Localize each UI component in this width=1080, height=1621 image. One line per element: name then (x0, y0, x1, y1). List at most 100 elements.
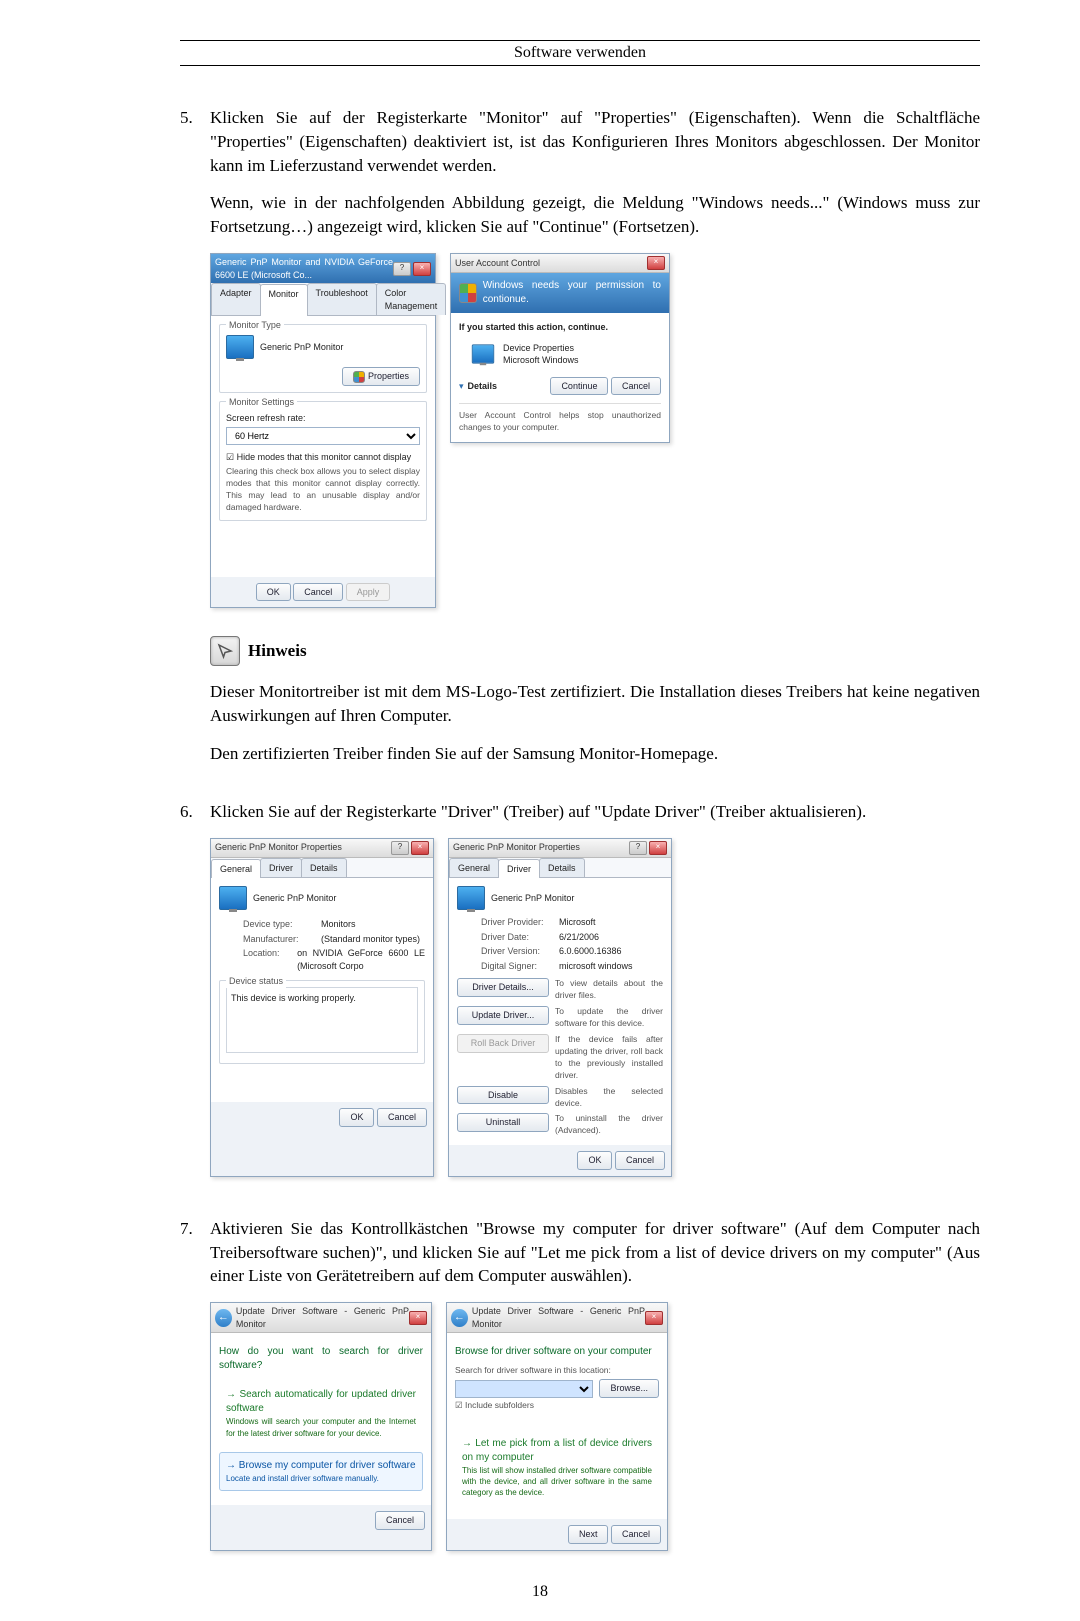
monitor-icon (226, 335, 254, 359)
note-icon (210, 636, 240, 666)
status-text: This device is working properly. (226, 987, 418, 1053)
step-7-number: 7. (180, 1217, 210, 1571)
rollback-desc: If the device fails after updating the d… (555, 1034, 663, 1082)
uninstall-button[interactable]: Uninstall (457, 1113, 549, 1132)
tab-details[interactable]: Details (301, 858, 347, 878)
driver-details-button[interactable]: Driver Details... (457, 978, 549, 997)
devtype-k: Device type: (243, 918, 321, 931)
dlg-prop-general-titlebar: Generic PnP Monitor Properties ? × (211, 839, 433, 858)
ok-button[interactable]: OK (339, 1108, 374, 1127)
note-para-1: Dieser Monitortreiber ist mit dem MS-Log… (210, 680, 980, 728)
prop-name: Generic PnP Monitor (491, 892, 574, 905)
uac-details-toggle[interactable]: Details (468, 380, 498, 393)
devtype-v: Monitors (321, 918, 356, 931)
update-driver-desc: To update the driver software for this d… (555, 1006, 663, 1030)
tab-adapter[interactable]: Adapter (211, 283, 261, 315)
step-6-number: 6. (180, 800, 210, 1197)
dlg-monitor-tab: Generic PnP Monitor and NVIDIA GeForce 6… (210, 253, 436, 608)
continue-button[interactable]: Continue (550, 377, 608, 396)
path-input[interactable] (455, 1380, 593, 1398)
update-driver-button[interactable]: Update Driver... (457, 1006, 549, 1025)
shield-icon (459, 283, 477, 303)
help-icon[interactable]: ? (393, 262, 411, 276)
help-icon[interactable]: ? (391, 841, 409, 855)
chevron-down-icon[interactable]: ▾ (459, 380, 464, 393)
wiz1-opt-auto-desc: Windows will search your computer and th… (226, 1416, 416, 1438)
dlg-uac-title: User Account Control (455, 257, 540, 270)
close-icon[interactable]: × (645, 1311, 663, 1325)
close-icon[interactable]: × (411, 841, 429, 855)
step-6-figures: Generic PnP Monitor Properties ? × Gener… (210, 838, 980, 1177)
close-icon[interactable]: × (409, 1311, 427, 1325)
monitor-icon (457, 886, 485, 910)
close-icon[interactable]: × (649, 841, 667, 855)
disable-button[interactable]: Disable (457, 1086, 549, 1105)
close-icon[interactable]: × (413, 262, 431, 276)
dlg-wiz2-title: Update Driver Software - Generic PnP Mon… (472, 1305, 645, 1330)
tab-color[interactable]: Color Management (376, 283, 447, 315)
monitor-type-value: Generic PnP Monitor (260, 341, 343, 354)
tab-general[interactable]: General (449, 858, 499, 878)
uac-started: If you started this action, continue. (459, 321, 661, 334)
date-v: 6/21/2006 (559, 931, 599, 944)
uac-publisher: Microsoft Windows (503, 354, 579, 367)
sign-v: microsoft windows (559, 960, 633, 973)
driver-details-desc: To view details about the driver files. (555, 978, 663, 1002)
browse-button[interactable]: Browse... (599, 1379, 659, 1398)
wiz2-heading: Browse for driver software on your compu… (455, 1345, 659, 1359)
next-button[interactable]: Next (568, 1525, 609, 1544)
help-icon[interactable]: ? (629, 841, 647, 855)
cancel-button[interactable]: Cancel (615, 1151, 665, 1170)
ok-button[interactable]: OK (256, 583, 291, 602)
manu-v: (Standard monitor types) (321, 933, 420, 946)
monitor-settings-label: Monitor Settings (226, 396, 297, 409)
wiz1-opt-browse[interactable]: → Browse my computer for driver software… (219, 1452, 423, 1491)
step-5-para-2: Wenn, wie in der nachfolgenden Abbildung… (210, 191, 980, 239)
dlg-wiz1-title: Update Driver Software - Generic PnP Mon… (236, 1305, 409, 1330)
dlg-monitor-title: Generic PnP Monitor and NVIDIA GeForce 6… (215, 256, 393, 281)
tab-driver[interactable]: Driver (498, 859, 540, 879)
cancel-button[interactable]: Cancel (611, 377, 661, 396)
close-icon[interactable]: × (647, 256, 665, 270)
sign-k: Digital Signer: (481, 960, 559, 973)
properties-button[interactable]: Properties (342, 367, 420, 386)
dlg-prop-driver-titlebar: Generic PnP Monitor Properties ? × (449, 839, 671, 858)
tab-troubleshoot[interactable]: Troubleshoot (307, 283, 377, 315)
note-label: Hinweis (248, 639, 307, 663)
dlg-prop-driver-title: Generic PnP Monitor Properties (453, 841, 580, 854)
properties-button-label: Properties (368, 371, 409, 381)
ok-button[interactable]: OK (577, 1151, 612, 1170)
back-icon[interactable]: ← (215, 1309, 232, 1327)
step-5-para-1: Klicken Sie auf der Registerkarte "Monit… (210, 106, 980, 177)
step-5-number: 5. (180, 106, 210, 780)
dlg-monitor-titlebar: Generic PnP Monitor and NVIDIA GeForce 6… (211, 254, 435, 283)
wiz1-opt-auto[interactable]: → Search automatically for updated drive… (219, 1381, 423, 1445)
cancel-button[interactable]: Cancel (611, 1525, 661, 1544)
back-icon[interactable]: ← (451, 1309, 468, 1327)
loc-k: Location: (243, 947, 297, 972)
tab-details[interactable]: Details (539, 858, 585, 878)
tab-monitor[interactable]: Monitor (260, 284, 308, 316)
dlg-prop-general: Generic PnP Monitor Properties ? × Gener… (210, 838, 434, 1177)
prov-k: Driver Provider: (481, 916, 559, 929)
dlg-wiz2-titlebar: ← Update Driver Software - Generic PnP M… (447, 1303, 667, 1333)
tab-general[interactable]: General (211, 859, 261, 879)
refresh-select[interactable]: 60 Hertz (226, 427, 420, 445)
step-7-para-1: Aktivieren Sie das Kontrollkästchen "Bro… (210, 1217, 980, 1288)
wiz2-pick-desc: This list will show installed driver sof… (462, 1465, 652, 1499)
manu-k: Manufacturer: (243, 933, 321, 946)
rollback-button: Roll Back Driver (457, 1034, 549, 1053)
note-para-2: Den zertifizierten Treiber finden Sie au… (210, 742, 980, 766)
include-subfolders-checkbox[interactable]: Include subfolders (455, 1400, 659, 1412)
dlg-wiz1-titlebar: ← Update Driver Software - Generic PnP M… (211, 1303, 431, 1333)
cancel-button[interactable]: Cancel (293, 583, 343, 602)
hide-modes-checkbox[interactable]: Hide modes that this monitor cannot disp… (226, 451, 420, 464)
dlg-wiz2: ← Update Driver Software - Generic PnP M… (446, 1302, 668, 1551)
tab-driver[interactable]: Driver (260, 858, 302, 878)
step-6-para-1: Klicken Sie auf der Registerkarte "Drive… (210, 800, 980, 824)
step-7-figures: ← Update Driver Software - Generic PnP M… (210, 1302, 980, 1551)
device-icon (472, 345, 494, 364)
cancel-button[interactable]: Cancel (377, 1108, 427, 1127)
wiz2-pick-list[interactable]: → Let me pick from a list of device driv… (455, 1430, 659, 1506)
status-label: Device status (226, 975, 286, 988)
